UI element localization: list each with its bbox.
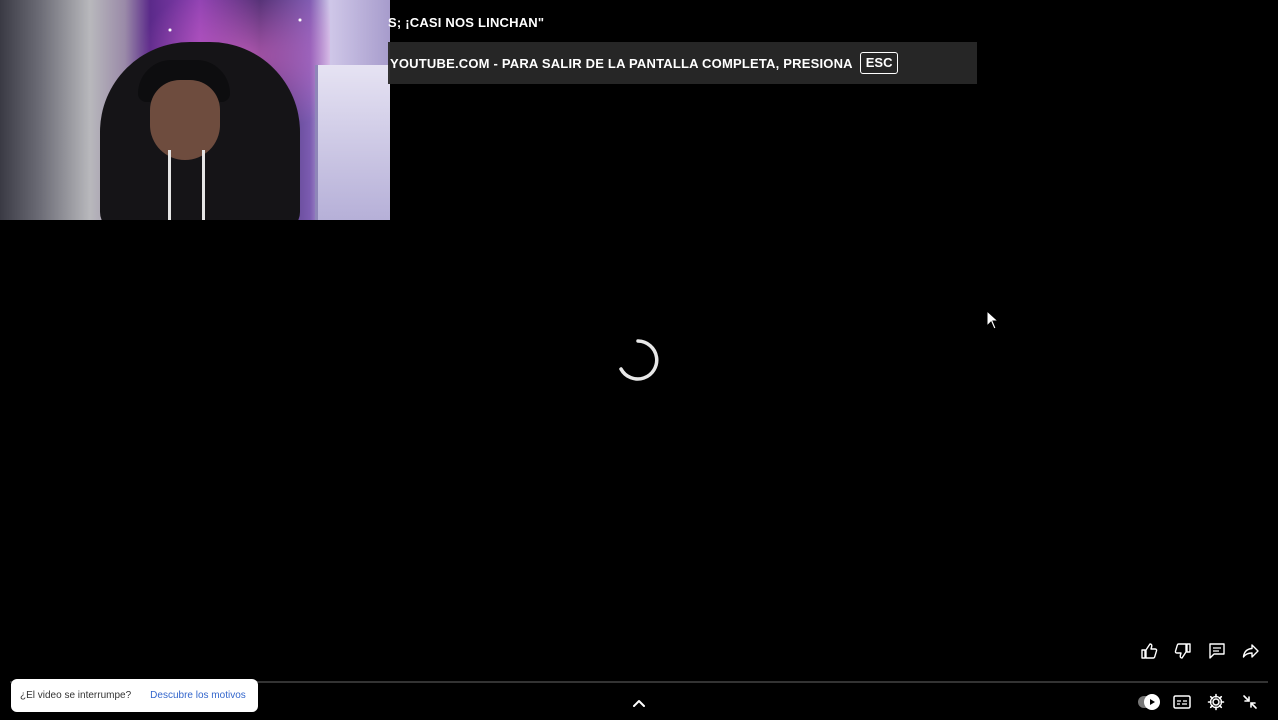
fullscreen-notice: YOUTUBE.COM - PARA SALIR DE LA PANTALLA … [388,42,977,84]
dislike-icon[interactable] [1172,640,1194,662]
autoplay-toggle[interactable] [1138,692,1160,712]
esc-key-badge: ESC [859,52,899,74]
play-icon [1144,694,1160,710]
video-title: S; ¡CASI NOS LINCHAN" [388,15,545,30]
chevron-up-icon[interactable] [631,696,647,710]
player-controls [1138,692,1260,712]
share-icon[interactable] [1240,640,1262,662]
mouse-cursor-icon [986,310,1000,330]
fullscreen-notice-text: YOUTUBE.COM - PARA SALIR DE LA PANTALLA … [390,55,853,71]
interrupt-link[interactable]: Descubre los motivos [150,690,246,701]
webcam-overlay [0,0,390,220]
interrupt-question: ¿El video se interrumpe? [20,690,132,701]
action-bar [1138,640,1262,662]
settings-icon[interactable] [1206,692,1226,712]
loading-spinner-icon [619,339,659,381]
comment-icon[interactable] [1206,640,1228,662]
subtitles-icon[interactable] [1172,692,1192,712]
like-icon[interactable] [1138,640,1160,662]
exit-fullscreen-icon[interactable] [1240,692,1260,712]
interrupt-banner: ¿El video se interrumpe? Descubre los mo… [11,679,258,712]
